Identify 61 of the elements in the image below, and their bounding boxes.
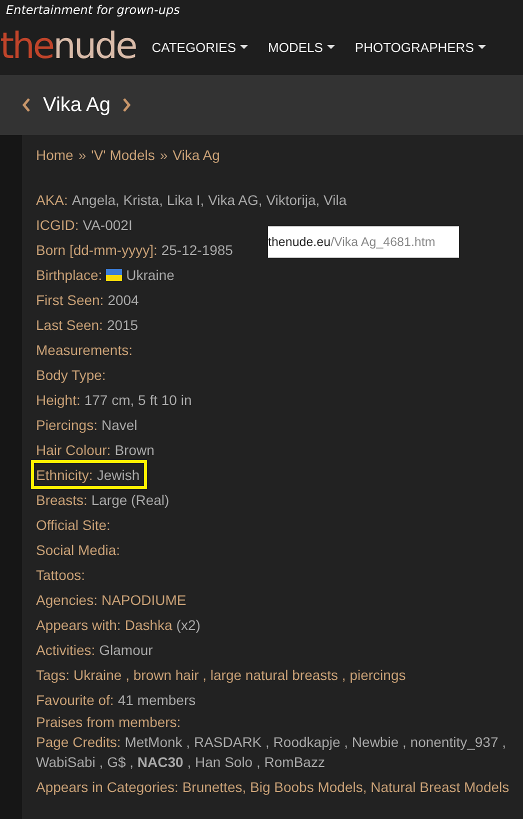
field-label: Birthplace:	[36, 266, 102, 282]
url-path: /Vika Ag_4681.htm	[330, 235, 436, 249]
caret-icon[interactable]	[326, 45, 335, 49]
field-value: Angela, Krista, Lika I, Vika AG, Viktorija, Vila	[72, 192, 347, 208]
breadcrumb-separator: »	[160, 147, 168, 165]
flag-icon	[106, 268, 122, 280]
caret-icon[interactable]	[240, 45, 248, 49]
nav-menu[interactable]: MODELS	[268, 40, 335, 54]
nav-menu[interactable]: PHOTOGRAPHERS	[354, 40, 486, 54]
field-link[interactable]: NAPODIUME	[101, 592, 186, 608]
field-label: Hair Colour:	[36, 442, 111, 458]
field-label: Tattoos:	[36, 566, 86, 582]
field-value: Large (Real)	[91, 492, 170, 508]
field-label: Social Media:	[36, 542, 120, 558]
field-value: Jewish	[96, 466, 140, 482]
previous-chevron-icon[interactable]	[22, 98, 31, 112]
field-value: 41 members	[118, 692, 196, 708]
field-label: Measurements:	[36, 342, 132, 358]
field-value: 25-12-1985	[161, 242, 233, 258]
nav-menu[interactable]: CATEGORIES	[152, 40, 248, 54]
praises-label: Praises from members:	[36, 713, 182, 732]
field-label: Last Seen:	[36, 316, 103, 332]
field-value: Ukraine	[126, 266, 174, 282]
field-label: Born [dd-mm-yyyy]:	[36, 242, 158, 258]
field-value: 2015	[106, 316, 138, 332]
field-value: 2004	[108, 292, 139, 308]
field-label: Height:	[36, 392, 80, 408]
field-label: Body Type:	[36, 366, 106, 382]
field-label: Appears with:	[36, 616, 121, 632]
breadcrumb-link[interactable]: 'V' Models	[91, 147, 155, 167]
field-label: Breasts:	[36, 492, 88, 508]
field-value: Navel	[101, 416, 138, 432]
logo[interactable]: thenude	[0, 27, 136, 67]
field-label: Tags:	[36, 666, 70, 682]
categories-links[interactable]: Brunettes, Big Boobs Models, Natural Breast Models	[182, 779, 510, 795]
field-value: Glamour	[99, 642, 153, 658]
url-domain: thenude.eu	[268, 235, 331, 249]
caret-icon[interactable]	[478, 45, 486, 49]
field-value: 177 cm, 5 ft 10 in	[84, 392, 192, 408]
field-label: Ethnicity:	[36, 466, 93, 482]
field-label: Activities:	[36, 642, 96, 658]
field-value: VA-002I	[82, 216, 132, 232]
field-label: Official Site:	[36, 516, 110, 532]
field-link[interactable]: Dashka	[124, 616, 172, 632]
field-label: Favourite of:	[36, 692, 114, 708]
field-label: Agencies:	[36, 592, 98, 608]
categories-label: Appears in Categories:	[36, 779, 178, 795]
next-chevron-icon[interactable]	[122, 98, 132, 112]
field-link[interactable]: Ukraine , brown hair , large natural breasts , piercings	[73, 666, 406, 682]
breadcrumb-separator: »	[78, 147, 86, 165]
field-value: Brown	[114, 442, 154, 458]
page-title: Vika Ag	[43, 94, 110, 116]
field-label: AKA:	[36, 192, 68, 208]
page-credits: Page Credits: MetMonk , RASDARK , Roodkapje , Newbie , nonentity_937 , WabiSabi , G$ , NAC30 , Han Solo , RomBazz	[36, 733, 508, 772]
field-label: ICGID:	[36, 216, 79, 232]
breadcrumb-link[interactable]: Home	[36, 147, 74, 167]
field-label: Piercings:	[36, 416, 98, 432]
field-label: First Seen:	[36, 292, 104, 308]
tagline: Entertainment for grown-ups	[5, 2, 180, 17]
breadcrumb-link[interactable]: Vika Ag	[172, 147, 220, 167]
field-value: (x2)	[176, 616, 200, 632]
